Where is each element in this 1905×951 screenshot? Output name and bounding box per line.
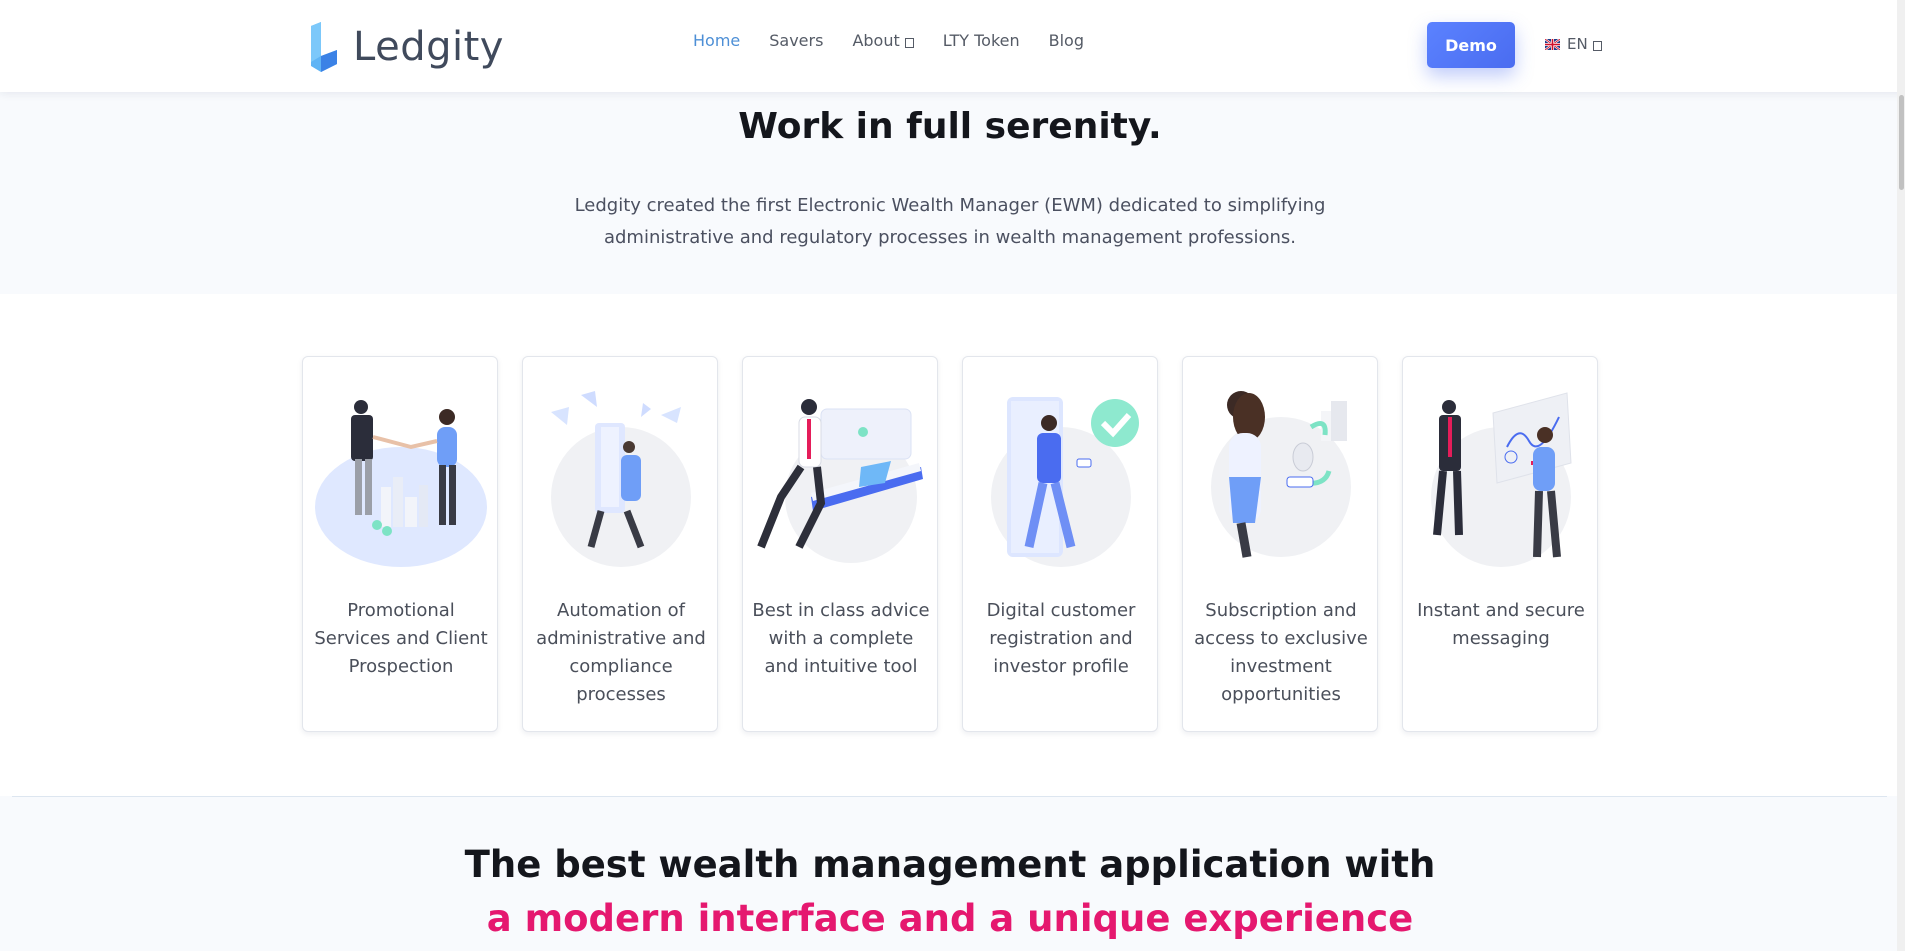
feature-card: Promotional Services and Client Prospect… [302, 356, 498, 732]
section-divider [12, 796, 1887, 797]
ledgity-logo-icon [311, 22, 337, 72]
nav-blog[interactable]: Blog [1049, 31, 1084, 50]
logo-text: Ledgity [353, 24, 504, 70]
subscription-illustration-icon [1211, 391, 1351, 558]
messaging-illustration-icon [1431, 392, 1572, 567]
chevron-down-icon [1592, 41, 1602, 51]
nav-blog-label: Blog [1048, 31, 1084, 50]
automation-illustration-icon [551, 391, 691, 567]
bottom-title-line2: a modern interface and a unique experien… [486, 897, 1414, 940]
nav-home[interactable]: Home [693, 31, 740, 50]
demo-button[interactable]: Demo [1427, 22, 1515, 68]
feature-label: Best in class advice with a complete and… [752, 600, 930, 677]
chevron-down-icon [904, 37, 914, 48]
uk-flag-icon [1545, 38, 1560, 50]
feature-label: Automation of administrative and complia… [536, 600, 706, 705]
feature-label: Digital customer registration and invest… [986, 600, 1136, 677]
nav-savers-label: Savers [769, 31, 824, 50]
main-nav: Home Savers About LTY Token Blog [693, 31, 1113, 50]
feature-card: Best in class advice with a complete and… [742, 356, 938, 732]
hero-description: Ledgity created the first Electronic Wea… [574, 195, 1326, 248]
registration-illustration-icon [991, 397, 1139, 567]
bottom-title-line1: The best wealth management application w… [464, 843, 1436, 886]
logo[interactable]: Ledgity [309, 22, 504, 72]
feature-card: Automation of administrative and complia… [522, 356, 718, 732]
language-selector[interactable]: EN [1545, 35, 1602, 53]
bottom-section-title: The best wealth management application w… [0, 838, 1900, 946]
language-label: EN [1567, 35, 1588, 53]
feature-cards: Promotional Services and Client Prospect… [302, 356, 1622, 732]
nav-about-label: About [852, 31, 900, 50]
site-header: Ledgity Home Savers About LTY Token Blog… [0, 0, 1905, 92]
feature-card: Subscription and access to exclusive inv… [1182, 356, 1378, 732]
nav-lty-token-label: LTY Token [942, 31, 1020, 50]
feature-label: Instant and secure messaging [1417, 600, 1585, 649]
hero-title: Work in full serenity. [738, 106, 1162, 147]
nav-about[interactable]: About [852, 31, 914, 50]
nav-savers[interactable]: Savers [769, 31, 823, 50]
scrollbar-thumb[interactable] [1899, 95, 1904, 190]
feature-label: Subscription and access to exclusive inv… [1194, 600, 1368, 705]
feature-card: Digital customer registration and invest… [962, 356, 1158, 732]
advisor-illustration-icon [757, 399, 923, 563]
nav-home-label: Home [693, 31, 741, 50]
nav-lty-token[interactable]: LTY Token [943, 31, 1020, 50]
feature-card: Instant and secure messaging [1402, 356, 1598, 732]
feature-label: Promotional Services and Client Prospect… [314, 600, 488, 677]
handshake-illustration-icon [315, 400, 487, 567]
